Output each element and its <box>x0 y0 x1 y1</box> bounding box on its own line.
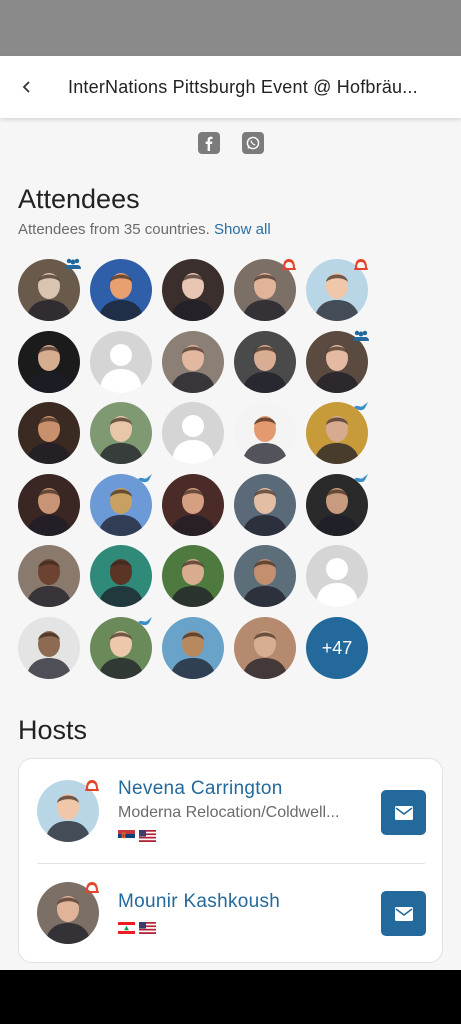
attendee-avatar[interactable] <box>162 617 224 679</box>
usa-flag-icon <box>139 922 156 934</box>
back-arrow-icon <box>22 81 30 93</box>
hosts-heading: Hosts <box>18 715 88 745</box>
host-row[interactable]: Nevena Carrington Moderna Relocation/Col… <box>19 759 444 859</box>
host-organization: Moderna Relocation/Coldwell... <box>118 804 340 821</box>
avatar-photo <box>90 330 152 393</box>
attendees-country-count: Attendees from 35 countries. <box>18 221 210 238</box>
avatar-photo <box>234 545 296 608</box>
avatar-photo <box>162 259 224 321</box>
attendee-avatar[interactable] <box>306 329 370 393</box>
avatar-photo <box>90 259 152 321</box>
attendee-avatar[interactable] <box>18 473 80 536</box>
avatar-photo <box>162 473 224 536</box>
lebanon-flag-icon <box>118 922 135 934</box>
attendee-avatar[interactable] <box>234 473 296 536</box>
attendee-avatar[interactable] <box>234 402 296 465</box>
message-host-button[interactable] <box>381 891 426 936</box>
attendees-summary: Attendees from 35 countries. Show all <box>18 221 271 238</box>
back-button[interactable] <box>0 56 54 118</box>
avatar-photo <box>234 402 296 465</box>
bird-badge-icon <box>136 615 154 629</box>
status-bar <box>0 0 461 56</box>
attendee-avatar[interactable] <box>162 402 224 465</box>
show-all-link[interactable]: Show all <box>214 221 271 238</box>
attendee-avatar[interactable] <box>162 473 224 536</box>
avatar-photo <box>234 330 296 393</box>
bird-badge-icon <box>352 472 370 486</box>
ambassador-badge-icon <box>83 778 101 792</box>
group-badge-icon <box>352 329 370 343</box>
attendee-avatar[interactable] <box>306 400 370 465</box>
attendee-avatar[interactable] <box>90 545 152 608</box>
attendee-avatar[interactable] <box>234 330 296 393</box>
host-flags <box>118 830 156 842</box>
attendee-avatar[interactable] <box>306 472 370 536</box>
attendee-avatar[interactable] <box>234 617 296 679</box>
avatar-photo <box>18 473 80 536</box>
attendee-avatar[interactable] <box>18 257 82 321</box>
host-row[interactable]: Mounir Kashkoush <box>19 864 444 964</box>
avatar-photo <box>162 545 224 608</box>
mail-icon <box>394 906 413 921</box>
avatar-photo <box>90 545 152 608</box>
avatar-photo <box>162 617 224 679</box>
ambassador-badge-icon <box>280 257 298 271</box>
attendee-avatar[interactable] <box>306 259 368 321</box>
facebook-icon[interactable] <box>197 132 220 154</box>
avatar-photo <box>162 402 224 465</box>
ambassador-badge-icon <box>352 257 370 271</box>
attendee-avatar[interactable] <box>234 259 296 321</box>
attendee-avatar[interactable] <box>234 545 296 608</box>
attendee-avatar[interactable] <box>18 617 80 679</box>
attendee-avatar[interactable] <box>90 330 152 393</box>
whatsapp-icon[interactable] <box>241 132 264 154</box>
app-bar: InterNations Pittsburgh Event @ Hofbräu.… <box>0 56 461 118</box>
group-badge-icon <box>64 257 82 271</box>
avatar-photo <box>234 617 296 679</box>
bird-badge-icon <box>352 400 370 414</box>
avatar-photo <box>162 330 224 393</box>
share-row <box>0 132 461 154</box>
host-name[interactable]: Nevena Carrington <box>118 778 283 800</box>
attendee-avatar[interactable] <box>162 330 224 393</box>
avatar-photo <box>18 330 80 393</box>
attendee-avatar[interactable] <box>18 330 80 393</box>
avatar-photo <box>18 545 80 608</box>
host-name[interactable]: Mounir Kashkoush <box>118 891 280 913</box>
more-attendees-button[interactable]: +47 <box>306 617 368 679</box>
ambassador-badge-icon <box>83 880 101 894</box>
avatar[interactable] <box>37 780 99 842</box>
avatar[interactable] <box>37 882 99 944</box>
attendees-heading: Attendees <box>18 184 140 214</box>
avatar-photo <box>18 402 80 465</box>
attendee-avatar[interactable] <box>18 402 80 465</box>
host-flags <box>118 922 156 934</box>
attendee-avatar[interactable] <box>90 402 152 465</box>
attendee-avatar[interactable] <box>18 545 80 608</box>
mail-icon <box>394 805 413 820</box>
hosts-card: Nevena Carrington Moderna Relocation/Col… <box>18 758 443 963</box>
bird-badge-icon <box>136 472 154 486</box>
attendee-avatar[interactable] <box>162 545 224 608</box>
screen: InterNations Pittsburgh Event @ Hofbräu.… <box>0 0 461 970</box>
attendee-avatar[interactable] <box>306 545 368 608</box>
avatar-photo <box>18 617 80 679</box>
message-host-button[interactable] <box>381 790 426 835</box>
avatar-photo <box>306 545 368 608</box>
usa-flag-icon <box>139 830 156 842</box>
avatar-photo <box>234 473 296 536</box>
attendee-avatar[interactable] <box>90 472 154 536</box>
attendee-avatar[interactable] <box>90 259 152 321</box>
attendee-avatar[interactable] <box>90 617 152 679</box>
serbia-flag-icon <box>118 830 135 842</box>
attendee-avatar[interactable] <box>162 259 224 321</box>
avatar-photo <box>90 402 152 465</box>
event-title: InterNations Pittsburgh Event @ Hofbräu.… <box>68 76 418 97</box>
